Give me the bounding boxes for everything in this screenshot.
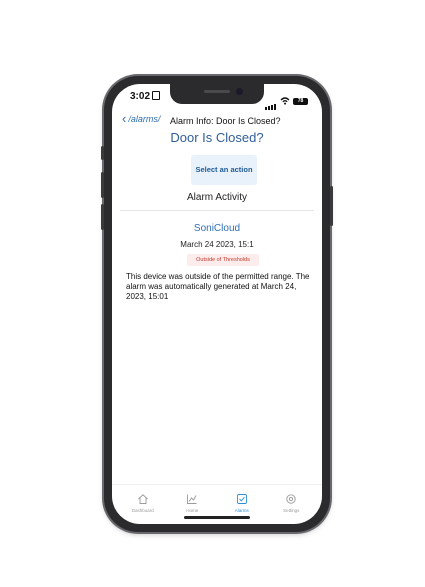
home-icon	[137, 494, 148, 504]
nav-title: Alarm Info: Door Is Closed?	[170, 116, 281, 126]
alarm-icon	[236, 494, 247, 504]
volume-down-button	[101, 204, 104, 230]
mute-switch	[101, 146, 104, 160]
notch	[170, 84, 264, 104]
activity-message: This device was outside of the permitted…	[126, 272, 310, 301]
status-icons: 78	[265, 92, 308, 110]
phone-frame: 3:02 78 ‹ /alarms/ Alarm Info: Door Is C…	[101, 76, 333, 532]
alarm-heading: Door Is Closed?	[170, 130, 264, 145]
power-button	[330, 186, 333, 226]
wifi-icon	[280, 97, 290, 105]
section-title: Alarm Activity	[186, 192, 247, 203]
status-time: 3:02	[130, 91, 161, 102]
select-action-button[interactable]: Select an action	[191, 155, 257, 185]
home-indicator	[184, 516, 250, 519]
tab-label: Settings	[283, 508, 300, 513]
back-label: /alarms/	[128, 114, 161, 124]
chart-icon	[187, 494, 197, 504]
divider	[120, 210, 314, 211]
volume-up-button	[101, 172, 104, 198]
tab-label: Home	[186, 508, 199, 513]
signal-icon	[265, 92, 277, 110]
back-button[interactable]: ‹ /alarms/	[122, 111, 161, 126]
phone-screen: 3:02 78 ‹ /alarms/ Alarm Info: Door Is C…	[112, 84, 322, 524]
chevron-left-icon: ‹	[122, 111, 127, 126]
activity-date: March 24 2023, 15:1	[180, 240, 254, 249]
tab-settings[interactable]: Settings	[272, 485, 310, 524]
status-badge: Outside of Thresholds	[187, 254, 259, 266]
battery-icon: 78	[293, 97, 308, 105]
navigation-bar: ‹ /alarms/ Alarm Info: Door Is Closed?	[112, 112, 322, 130]
gear-icon	[286, 494, 296, 504]
activity-source: SoniCloud	[193, 223, 241, 234]
tab-dashboard[interactable]: Dashboard	[124, 485, 162, 524]
tab-label: Alarms	[234, 508, 249, 513]
tab-label: Dashboard	[131, 508, 154, 513]
